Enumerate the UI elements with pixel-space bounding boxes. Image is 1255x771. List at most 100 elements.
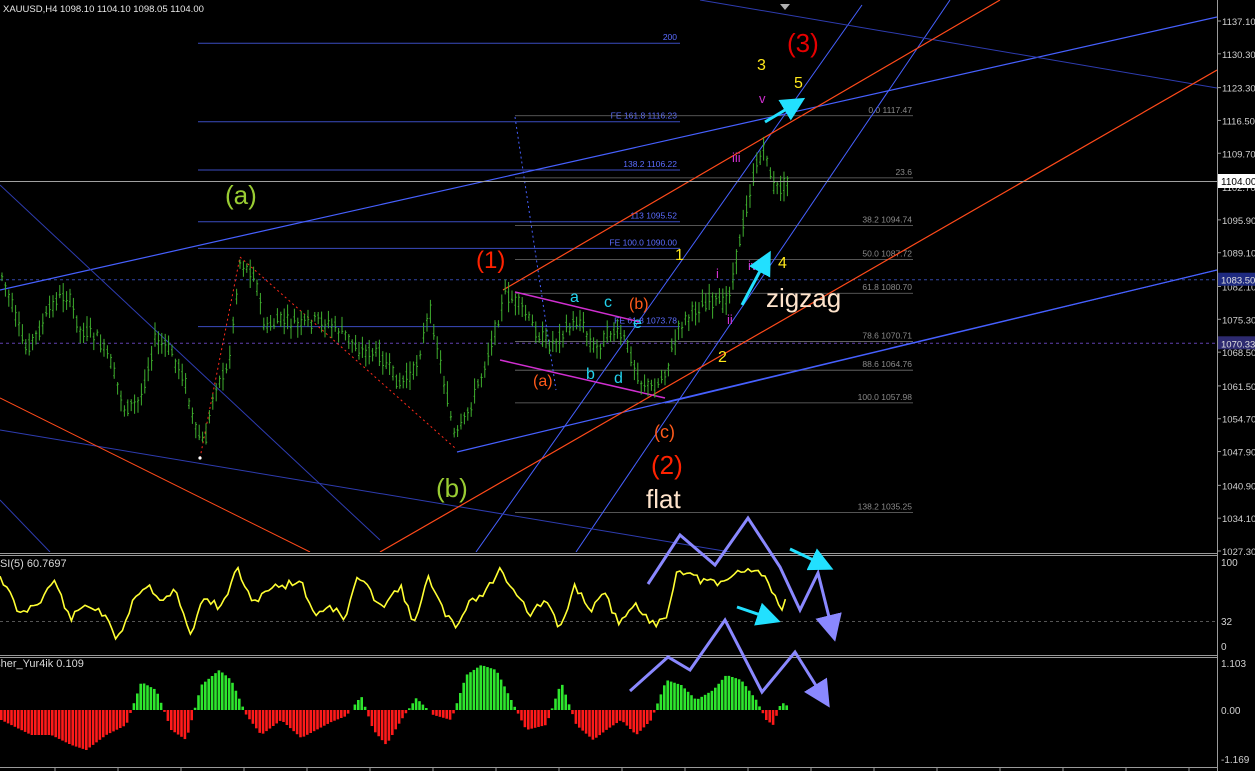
fisher-bar-negative — [635, 710, 639, 735]
fisher-bar-negative — [44, 710, 47, 735]
fisher-bar-negative — [544, 710, 547, 726]
fisher-bar-negative — [404, 710, 408, 714]
fisher-bar-negative — [6, 710, 10, 724]
price-tick-label: 1130.30 — [1222, 50, 1255, 61]
fisher-bar-positive — [707, 692, 710, 710]
fisher-bar-negative — [516, 710, 520, 714]
marked-level-label: 1070.33 — [1221, 339, 1255, 350]
fisher-bar-negative — [27, 710, 30, 734]
fisher-bar-negative — [547, 710, 550, 719]
fisher-bar-positive — [357, 700, 360, 710]
fisher-bar-negative — [54, 710, 57, 738]
fib-blue-label: FE 100.0 1090.00 — [609, 237, 677, 247]
fisher-bar-negative — [612, 710, 615, 726]
fisher-bar-negative — [74, 710, 78, 747]
fisher-bar-positive — [214, 673, 217, 710]
wave-label: (a) — [225, 180, 257, 210]
chart-header: XAUUSD,H4 1098.10 1104.10 1098.05 1104.0… — [3, 4, 204, 15]
fisher-bar-negative — [180, 710, 183, 737]
trading-chart[interactable]: 1137.101130.301123.301116.501109.701102.… — [0, 0, 1255, 771]
fisher-bar-negative — [299, 710, 302, 738]
wave-label: (b) — [436, 473, 468, 503]
fisher-bar-negative — [343, 710, 346, 717]
fisher-bar-negative — [265, 710, 268, 732]
fisher-bar-positive — [193, 707, 197, 710]
fisher-bar-positive — [207, 678, 210, 710]
fisher-bar-negative — [122, 710, 125, 727]
fisher-bar-negative — [591, 710, 595, 740]
fisher-bar-positive — [731, 677, 734, 710]
fisher-bar-positive — [200, 684, 204, 710]
fisher-bar-negative — [537, 710, 540, 727]
wave-label: i — [716, 266, 719, 281]
fib-grey-label: 100.0 1057.98 — [858, 392, 913, 402]
fisher-bar-positive — [479, 665, 482, 710]
fisher-bar-negative — [391, 710, 394, 735]
fisher-bar-positive — [486, 667, 489, 710]
wave-label: iv — [748, 258, 758, 273]
fisher-bar-negative — [81, 710, 85, 749]
fisher-bar-negative — [251, 710, 255, 724]
fisher-bar-positive — [666, 680, 669, 710]
fisher-bar-negative — [768, 710, 771, 723]
fisher-bar-negative — [523, 710, 527, 728]
fisher-bar-positive — [241, 706, 244, 710]
fisher-bar-positive — [690, 695, 693, 710]
fisher-bar-negative — [255, 710, 258, 729]
wave-label: a — [570, 289, 579, 306]
fisher-bar-negative — [584, 710, 588, 734]
fisher-bar-negative — [91, 710, 95, 745]
fisher-bar-positive — [455, 703, 459, 710]
fisher-bar-negative — [775, 710, 778, 716]
fisher-bar-negative — [649, 710, 652, 721]
fisher-bar-positive — [353, 704, 357, 710]
fib-blue-label: FE 61.8 1073.78 — [614, 316, 677, 326]
fisher-bar-positive — [503, 686, 506, 710]
fisher-bar-positive — [717, 683, 720, 710]
fisher-bar-negative — [340, 710, 343, 718]
fisher-bar-negative — [540, 710, 544, 727]
fisher-bar-positive — [459, 693, 462, 710]
fisher-bar-positive — [564, 694, 567, 710]
fisher-bar-positive — [156, 693, 159, 710]
fisher-bar-negative — [57, 710, 61, 739]
price-tick-label: 1027.30 — [1222, 547, 1255, 558]
fisher-bar-negative — [771, 710, 775, 725]
fisher-bar-positive — [462, 682, 465, 710]
fisher-bar-negative — [108, 710, 112, 734]
fisher-bar-negative — [316, 710, 319, 730]
fisher-bar-negative — [261, 710, 265, 734]
fisher-bar-negative — [618, 710, 622, 721]
fisher-bar-positive — [414, 698, 418, 710]
fisher-bar-positive — [686, 691, 690, 710]
fib-grey-label: 61.8 1080.70 — [862, 282, 912, 292]
fisher-bar-negative — [248, 710, 251, 720]
fisher-bar-positive — [680, 685, 683, 710]
fisher-bar-negative — [401, 710, 404, 719]
fisher-bar-negative — [272, 710, 275, 726]
fisher-bar-negative — [384, 710, 387, 745]
fisher-bar-negative — [333, 710, 336, 721]
fisher-bar-positive — [782, 703, 785, 710]
fisher-bar-positive — [550, 708, 554, 710]
fisher-bar-negative — [312, 710, 316, 732]
fisher-bar-positive — [724, 675, 727, 710]
fisher-bar-positive — [482, 665, 486, 710]
wave-label: 3 — [757, 57, 766, 74]
wave-label: d — [614, 370, 623, 387]
fisher-bar-positive — [727, 675, 731, 710]
wave-label: (3) — [787, 28, 819, 58]
fisher-bar-negative — [176, 710, 180, 735]
wave-label: b — [586, 366, 595, 383]
wave-label: v — [759, 91, 766, 106]
fisher-bar-positive — [231, 682, 234, 710]
rsi-panel-label: RSI(5) 60.7697 — [0, 558, 67, 570]
fisher-bar-negative — [309, 710, 312, 733]
rsi-tick-100: 100 — [1221, 558, 1238, 569]
fisher-bar-positive — [663, 685, 666, 710]
price-tick-label: 1123.30 — [1222, 84, 1255, 95]
fisher-bar-negative — [442, 710, 445, 718]
fisher-bar-negative — [302, 710, 306, 737]
fisher-tick-bottom: -1.169 — [1221, 755, 1250, 766]
fisher-bar-negative — [629, 710, 632, 729]
